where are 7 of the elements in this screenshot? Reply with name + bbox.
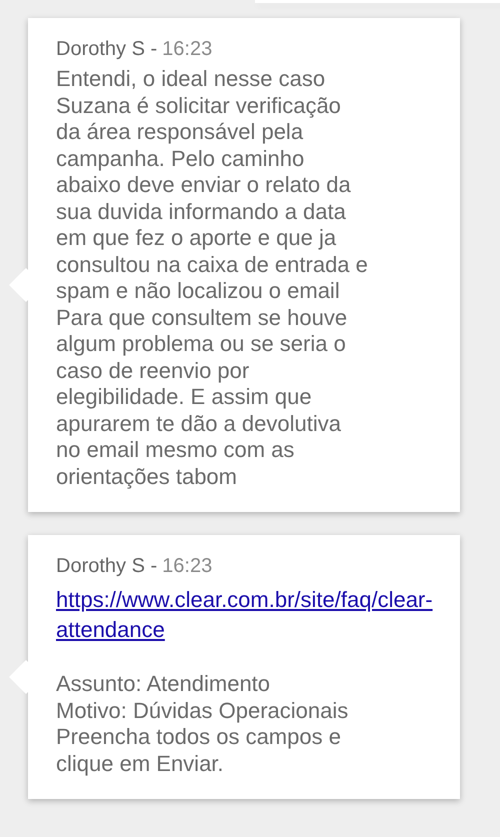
- message-text: Assunto: Atendimento Motivo: Dúvidas Operacionais Preencha todos os campos e clique em Enviar.: [56, 671, 350, 777]
- message-time: 16:23: [162, 37, 212, 62]
- message-time: 16:23: [162, 554, 212, 579]
- faq-link[interactable]: https://www.clear.com.br/site/faq/clear-attendance: [56, 585, 434, 645]
- message-text: Entendi, o ideal nesse caso Suzana é solicitar verificação da área responsável pela campanha. Pelo caminho abaixo deve enviar o relato da sua duvida informando a data em que fez o aporte e que ja consultou na caixa de entrada e spam e não localizou o email Para que consultem se houve algum problema ou se seria o caso de reenvio por elegibilidade. E assim que apurarem te dão a devolutiva no email mesmo com as orientações tabom: [56, 66, 369, 490]
- sender-name: Dorothy S -: [56, 37, 158, 62]
- sender-name: Dorothy S -: [56, 554, 158, 579]
